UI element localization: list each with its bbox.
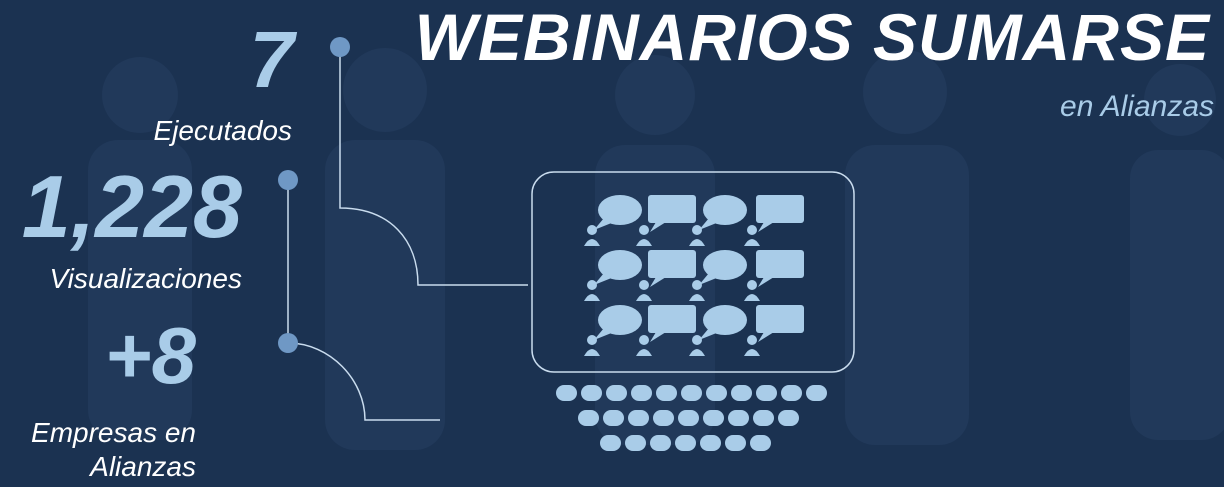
keyboard-key-icon — [600, 435, 621, 451]
keyboard-key-icon — [781, 385, 802, 401]
keyboard-key-icon — [700, 435, 721, 451]
keyboard — [556, 385, 827, 451]
page-subtitle: en Alianzas — [1060, 90, 1214, 123]
keyboard-key-icon — [728, 410, 749, 426]
keyboard-key-icon — [578, 410, 599, 426]
user-icon — [744, 335, 760, 356]
timeline-dot — [330, 37, 350, 57]
keyboard-key-icon — [656, 385, 677, 401]
user-icon — [744, 280, 760, 301]
keyboard-key-icon — [625, 435, 646, 451]
keyboard-key-icon — [725, 435, 746, 451]
keyboard-key-icon — [703, 410, 724, 426]
chat-square-icon — [756, 195, 804, 232]
stat-executed-label: Ejecutados — [153, 115, 292, 146]
stat-views-label: Visualizaciones — [49, 263, 243, 294]
stat-companies-label: Empresas en Alianzas — [31, 417, 196, 482]
keyboard-key-icon — [806, 385, 827, 401]
keyboard-key-icon — [756, 385, 777, 401]
timeline-dot — [278, 170, 298, 190]
keyboard-key-icon — [606, 385, 627, 401]
keyboard-key-icon — [653, 410, 674, 426]
page-title: WEBINARIOS SUMARSE — [414, 0, 1210, 74]
chat-square-icon — [756, 305, 804, 342]
keyboard-key-icon — [675, 435, 696, 451]
keyboard-key-icon — [556, 385, 577, 401]
keyboard-key-icon — [603, 410, 624, 426]
keyboard-key-icon — [681, 385, 702, 401]
keyboard-key-icon — [753, 410, 774, 426]
person-silhouette-icon — [845, 50, 969, 445]
keyboard-key-icon — [631, 385, 652, 401]
user-icon — [744, 225, 760, 246]
keyboard-key-icon — [706, 385, 727, 401]
keyboard-key-icon — [650, 435, 671, 451]
keyboard-key-icon — [678, 410, 699, 426]
keyboard-key-icon — [750, 435, 771, 451]
keyboard-key-icon — [628, 410, 649, 426]
stat-executed-value: 7 — [249, 15, 295, 104]
keyboard-key-icon — [778, 410, 799, 426]
keyboard-key-icon — [731, 385, 752, 401]
chat-grid — [584, 195, 804, 356]
person-silhouette-icon — [325, 48, 445, 450]
stat-views-value: 1,228 — [21, 157, 242, 256]
chat-square-icon — [756, 250, 804, 287]
stat-companies-value: +8 — [104, 311, 196, 400]
keyboard-key-icon — [581, 385, 602, 401]
timeline-dot — [278, 333, 298, 353]
